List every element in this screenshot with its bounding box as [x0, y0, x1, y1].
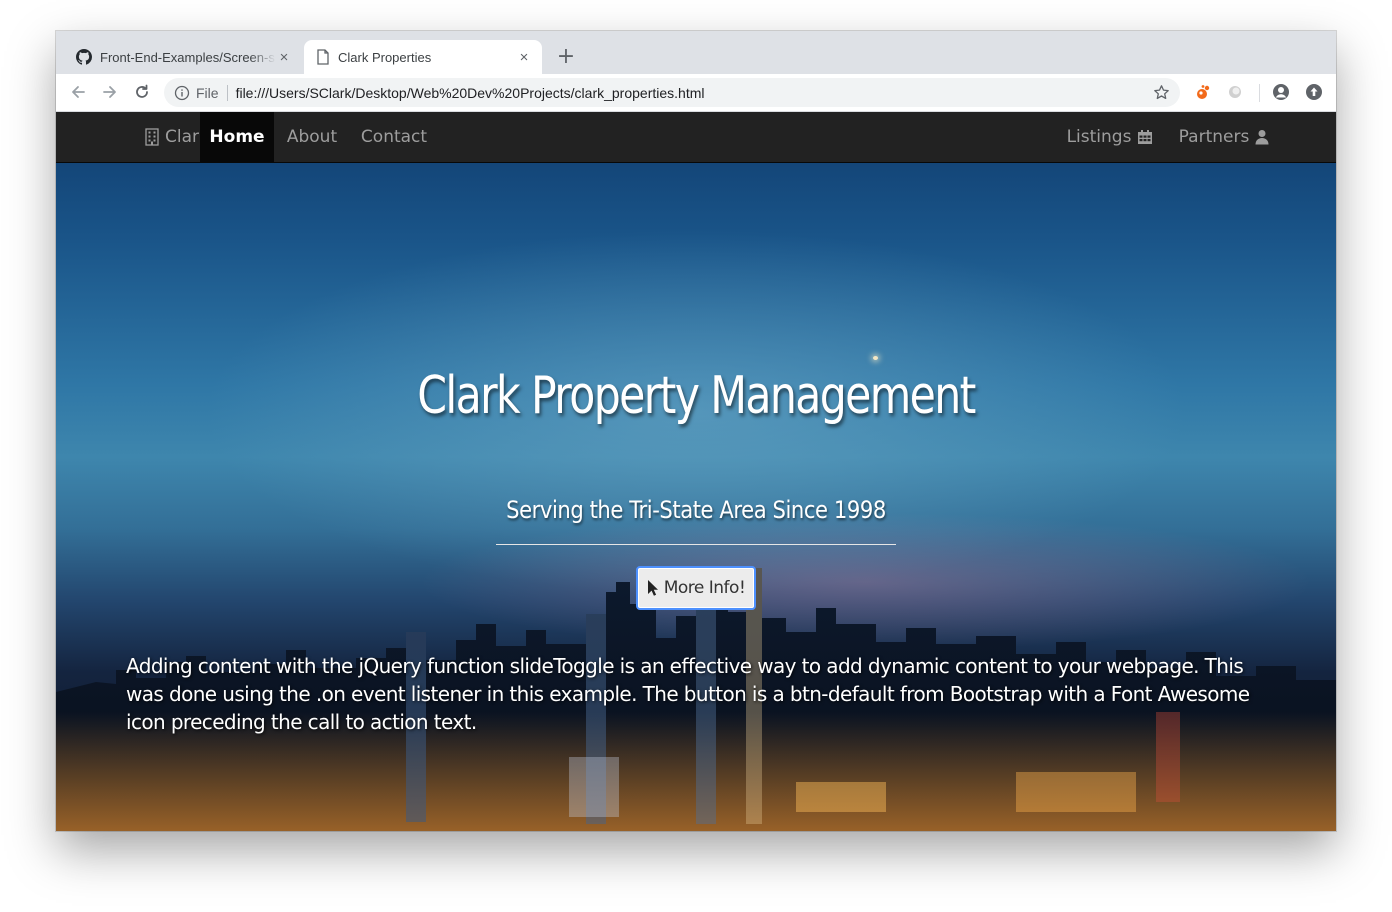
- tab-strip: Front-End-Examples/Screen-s × Clark Prop…: [56, 31, 1336, 74]
- omnibox-divider: [226, 84, 228, 101]
- extension-toggle-icon[interactable]: [1224, 81, 1246, 103]
- nav-link-label: About: [286, 127, 338, 147]
- browser-toolbar: File file:///Users/SClark/Desktop/Web%20…: [56, 74, 1336, 112]
- more-info-label: More Info!: [663, 578, 746, 598]
- hero-subtitle: Serving the Tri-State Area Since 1998: [506, 496, 886, 524]
- page-icon: [316, 49, 330, 65]
- url-text[interactable]: file:///Users/SClark/Desktop/Web%20Dev%2…: [236, 85, 705, 101]
- extension-icon[interactable]: [1192, 81, 1214, 103]
- close-icon[interactable]: ×: [516, 49, 532, 66]
- forward-arrow-icon[interactable]: [98, 80, 122, 104]
- github-icon: [76, 49, 92, 65]
- nav-link-label: Listings: [1066, 127, 1132, 147]
- user-icon: [1249, 129, 1269, 145]
- tab-front-end-examples[interactable]: Front-End-Examples/Screen-s ×: [64, 40, 302, 74]
- reload-icon[interactable]: [130, 80, 154, 104]
- more-info-button[interactable]: More Info!: [636, 566, 756, 610]
- scheme-label: File: [196, 84, 219, 101]
- building-icon: [139, 128, 159, 146]
- tab-title: Front-End-Examples/Screen-s: [100, 49, 275, 65]
- nav-link-label: Home: [209, 127, 265, 147]
- hero-divider: [496, 544, 896, 545]
- tab-clark-properties[interactable]: Clark Properties ×: [304, 40, 542, 74]
- hero-title: Clark Property Management: [417, 366, 976, 426]
- tab-title: Clark Properties: [338, 49, 432, 65]
- bookmark-star-icon[interactable]: [1153, 84, 1170, 104]
- nav-link-home[interactable]: Home: [200, 112, 274, 162]
- moon-image: [873, 356, 878, 360]
- nav-link-contact[interactable]: Contact: [350, 112, 438, 162]
- close-icon[interactable]: ×: [276, 49, 292, 66]
- back-arrow-icon[interactable]: [66, 80, 90, 104]
- update-arrow-icon[interactable]: [1303, 81, 1325, 103]
- mouse-pointer-icon: [647, 579, 664, 597]
- nav-link-about[interactable]: About: [274, 112, 350, 162]
- new-tab-button[interactable]: +: [554, 44, 578, 69]
- calendar-icon: [1131, 129, 1153, 145]
- site-navbar: Clark Home About Contact Listings Partne…: [56, 112, 1336, 163]
- info-icon[interactable]: [174, 85, 190, 101]
- nav-link-label: Partners: [1178, 127, 1250, 147]
- nav-link-label: Contact: [360, 127, 428, 147]
- nav-link-listings[interactable]: Listings: [1054, 112, 1166, 162]
- web-page: Clark Home About Contact Listings Partne…: [56, 112, 1336, 831]
- browser-window: Front-End-Examples/Screen-s × Clark Prop…: [56, 31, 1336, 831]
- toolbar-divider: [1259, 84, 1260, 102]
- profile-avatar-icon[interactable]: [1270, 81, 1292, 103]
- address-bar[interactable]: File file:///Users/SClark/Desktop/Web%20…: [164, 78, 1180, 107]
- hero-description: Adding content with the jQuery function …: [126, 654, 1250, 734]
- nav-link-partners[interactable]: Partners: [1168, 112, 1280, 162]
